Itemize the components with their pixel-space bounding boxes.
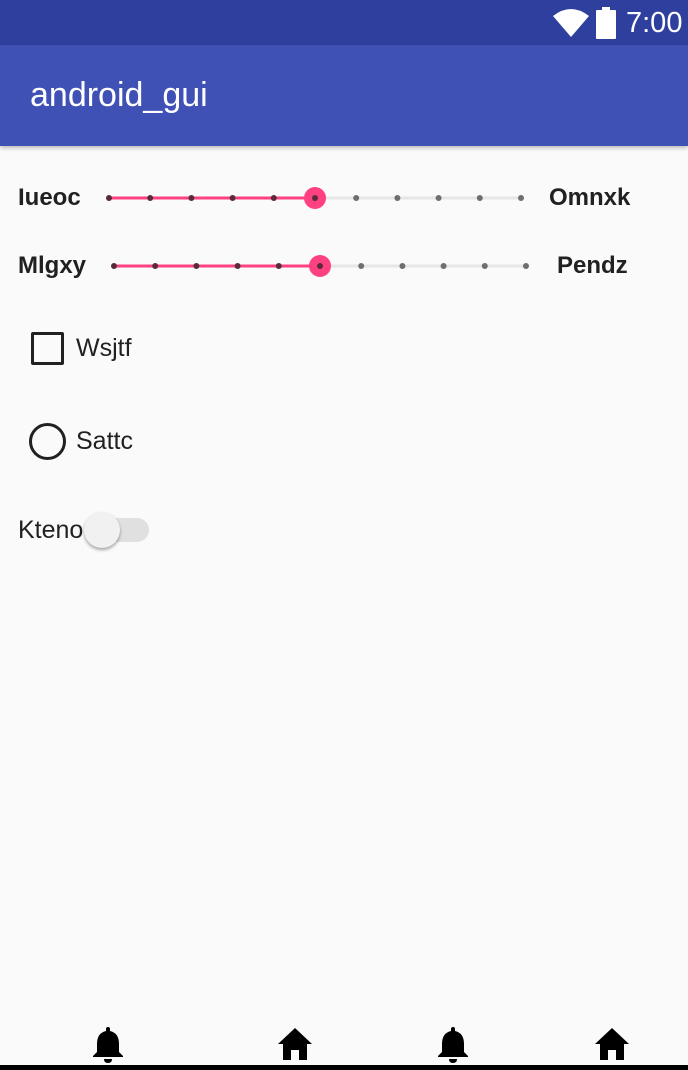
slider-tick <box>193 263 200 269</box>
slider-thumb-dot <box>312 195 318 201</box>
bell-icon[interactable] <box>90 1025 126 1063</box>
slider-tick <box>111 263 117 269</box>
slider-1[interactable] <box>96 176 536 220</box>
slider-tick <box>188 195 195 201</box>
slider-1-right-label: Omnxk <box>549 184 631 211</box>
slider-tick <box>440 263 447 269</box>
slider-row-2: Mlgxy Pendz <box>0 244 688 288</box>
screen: 7:00 android_gui Iueoc Omnxk Mlgxy Pendz… <box>0 0 688 1070</box>
slider-tick <box>476 195 483 201</box>
status-clock: 7:00 <box>626 7 683 39</box>
slider-tick <box>399 263 406 269</box>
slider-2-right-label: Pendz <box>557 252 628 279</box>
slider-tick <box>353 195 360 201</box>
home-icon[interactable] <box>594 1025 630 1063</box>
app-bar: android_gui <box>0 45 688 146</box>
nav-baseline <box>0 1065 688 1070</box>
slider-tick <box>229 195 236 201</box>
slider-tick <box>234 263 241 269</box>
slider-tick <box>518 195 524 201</box>
slider-tick <box>523 263 529 269</box>
slider-thumb-dot <box>317 263 323 269</box>
radio-label: Sattc <box>76 427 133 455</box>
wifi-icon <box>553 9 589 37</box>
checkbox-label: Wsjtf <box>76 334 132 362</box>
slider-2[interactable] <box>101 244 541 288</box>
slider-2-left-label: Mlgxy <box>18 252 87 279</box>
slider-tick <box>275 263 282 269</box>
slider-row-1: Iueoc Omnxk <box>0 176 688 220</box>
home-icon[interactable] <box>277 1025 313 1063</box>
slider-tick <box>270 195 277 201</box>
slider-tick <box>481 263 488 269</box>
switch-thumb[interactable] <box>84 512 120 548</box>
slider-1-left-label: Iueoc <box>18 184 81 211</box>
slider-tick <box>147 195 154 201</box>
slider-tick <box>152 263 159 269</box>
checkbox-box[interactable] <box>31 332 64 365</box>
slider-tick <box>358 263 365 269</box>
slider-tick <box>394 195 401 201</box>
bell-icon[interactable] <box>435 1025 471 1063</box>
battery-icon <box>596 7 616 39</box>
status-bar: 7:00 <box>0 0 688 45</box>
slider-tick <box>106 195 112 201</box>
slider-tick <box>435 195 442 201</box>
app-title: android_gui <box>30 76 208 114</box>
radio-circle[interactable] <box>29 423 66 460</box>
bottom-nav <box>0 1015 688 1070</box>
switch-label: Kteno <box>18 516 84 544</box>
